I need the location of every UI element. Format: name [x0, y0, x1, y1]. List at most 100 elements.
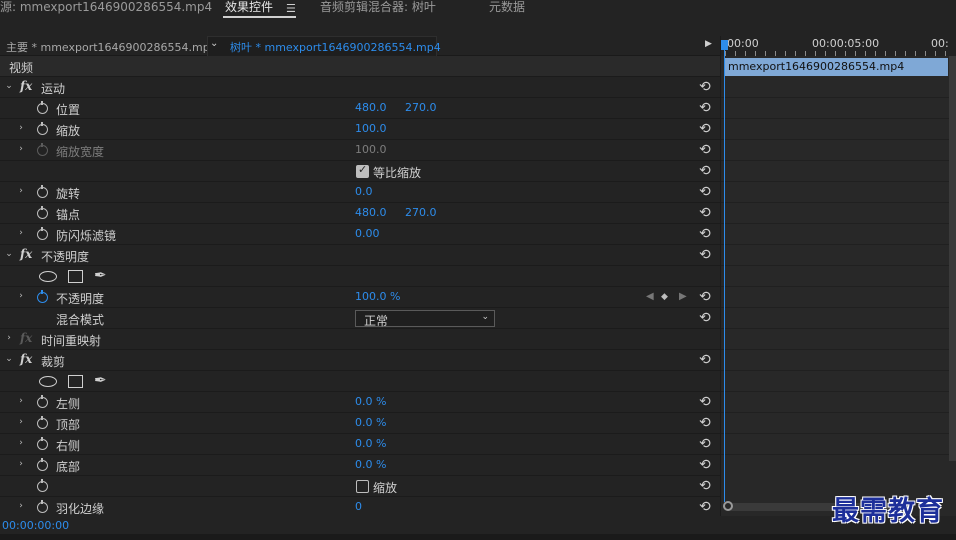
antiflicker-value[interactable]: 0.00	[355, 227, 380, 240]
reset-icon[interactable]: ⟲	[699, 310, 711, 326]
rotation-value[interactable]: 0.0	[355, 185, 373, 198]
tab-metadata[interactable]: 元数据	[489, 0, 525, 19]
effect-row-time-remap[interactable]: › fx 时间重映射	[0, 329, 720, 350]
reset-icon[interactable]: ⟲	[699, 352, 711, 368]
chevron-right-icon[interactable]: ›	[16, 291, 26, 301]
watermark-text: 最需教育	[832, 496, 944, 527]
blend-mode-dropdown[interactable]: 正常 ⌄	[355, 310, 495, 328]
hamburger-menu-icon[interactable]: ☰	[286, 2, 296, 15]
effect-row-motion[interactable]: ⌄ fx 运动 ⟲	[0, 77, 720, 98]
chevron-right-icon[interactable]: ›	[16, 438, 26, 448]
chevron-right-icon[interactable]: ›	[4, 333, 14, 343]
crop-right-value[interactable]: 0.0 %	[355, 437, 386, 450]
position-y-value[interactable]: 270.0	[405, 101, 437, 114]
effect-controls-panel: 视频 ⌄ fx 运动 ⟲ 位置 480.0 270.0 ⟲ › 缩放 100.0…	[0, 56, 720, 516]
zoom-checkbox[interactable]	[356, 480, 369, 493]
reset-icon[interactable]: ⟲	[699, 142, 711, 158]
chevron-right-icon[interactable]: ›	[16, 186, 26, 196]
stopwatch-icon[interactable]	[37, 416, 48, 429]
master-clip-label[interactable]: 主要 * mmexport1646900286554.mp4	[6, 39, 217, 55]
chevron-right-icon[interactable]: ›	[16, 459, 26, 469]
pen-mask-icon[interactable]: ✒	[94, 371, 107, 389]
effect-row-opacity[interactable]: ⌄ fx 不透明度 ⟲	[0, 245, 720, 266]
timeline-clip[interactable]: mmexport1646900286554.mp4	[724, 58, 948, 76]
fx-icon[interactable]: fx	[20, 79, 32, 93]
reset-icon[interactable]: ⟲	[699, 247, 711, 263]
feather-value[interactable]: 0	[355, 500, 362, 513]
stopwatch-icon[interactable]	[37, 500, 48, 513]
scroll-handle[interactable]	[723, 501, 733, 511]
crop-left-value[interactable]: 0.0 %	[355, 395, 386, 408]
uniform-scale-checkbox[interactable]	[356, 163, 369, 178]
sequence-clip-label[interactable]: 树叶 * mmexport1646900286554.mp4	[230, 39, 441, 55]
track-divider	[721, 454, 956, 455]
chevron-down-icon[interactable]: ⌄	[4, 81, 14, 91]
stopwatch-icon[interactable]	[37, 101, 48, 114]
chevron-right-icon[interactable]: ›	[16, 144, 26, 154]
reset-icon[interactable]: ⟲	[699, 457, 711, 473]
track-divider	[721, 265, 956, 266]
previous-keyframe-icon[interactable]: ◀	[646, 291, 654, 302]
reset-icon[interactable]: ⟲	[699, 100, 711, 116]
scale-value[interactable]: 100.0	[355, 122, 387, 135]
play-triangle-icon[interactable]: ▶	[705, 39, 712, 49]
reset-icon[interactable]: ⟲	[699, 121, 711, 137]
crop-bottom-value[interactable]: 0.0 %	[355, 458, 386, 471]
pen-mask-icon[interactable]: ✒	[94, 266, 107, 284]
chevron-right-icon[interactable]: ›	[16, 396, 26, 406]
stopwatch-icon[interactable]	[37, 227, 48, 240]
reset-icon[interactable]: ⟲	[699, 226, 711, 242]
playhead-handle[interactable]	[721, 40, 728, 50]
reset-icon[interactable]: ⟲	[699, 415, 711, 431]
stopwatch-icon[interactable]	[37, 206, 48, 219]
stopwatch-icon[interactable]	[37, 437, 48, 450]
effect-row-crop[interactable]: ⌄ fx 裁剪 ⟲	[0, 350, 720, 371]
video-header-row: 视频	[0, 56, 720, 77]
tab-audio-mixer[interactable]: 音频剪辑混合器: 树叶	[320, 0, 436, 19]
reset-icon[interactable]: ⟲	[699, 499, 711, 515]
stopwatch-icon[interactable]	[37, 479, 48, 492]
current-timecode[interactable]: 00:00:00:00	[2, 519, 69, 532]
anchor-y-value[interactable]: 270.0	[405, 206, 437, 219]
track-divider	[721, 223, 956, 224]
chevron-right-icon[interactable]: ›	[16, 123, 26, 133]
ellipse-mask-icon[interactable]	[39, 376, 57, 387]
crop-top-value[interactable]: 0.0 %	[355, 416, 386, 429]
stopwatch-icon[interactable]	[37, 458, 48, 471]
keyframe-diamond-icon[interactable]: ◆	[661, 292, 668, 302]
reset-icon[interactable]: ⟲	[699, 205, 711, 221]
chevron-right-icon[interactable]: ›	[16, 417, 26, 427]
stopwatch-icon[interactable]	[37, 122, 48, 135]
fx-icon[interactable]: fx	[20, 352, 32, 366]
chevron-right-icon[interactable]: ›	[16, 501, 26, 511]
ellipse-mask-icon[interactable]	[39, 271, 57, 282]
timeline-panel: 00:00 00:00:05:00 00: mmexport1646900286…	[720, 36, 956, 516]
track-divider	[721, 412, 956, 413]
anchor-x-value[interactable]: 480.0	[355, 206, 387, 219]
stopwatch-icon[interactable]	[37, 185, 48, 198]
tab-source[interactable]: 源: mmexport1646900286554.mp4	[0, 0, 212, 19]
chevron-down-icon[interactable]: ⌄	[4, 249, 14, 259]
reset-icon[interactable]: ⟲	[699, 184, 711, 200]
rectangle-mask-icon[interactable]	[68, 270, 83, 283]
rectangle-mask-icon[interactable]	[68, 375, 83, 388]
stopwatch-icon[interactable]	[37, 395, 48, 408]
fx-icon[interactable]: fx	[20, 247, 32, 261]
reset-icon[interactable]: ⟲	[699, 394, 711, 410]
position-x-value[interactable]: 480.0	[355, 101, 387, 114]
chevron-down-icon[interactable]: ⌄	[210, 38, 218, 49]
reset-icon[interactable]: ⟲	[699, 436, 711, 452]
vertical-scrollbar[interactable]	[949, 56, 956, 461]
stopwatch-icon[interactable]	[37, 290, 48, 303]
track-divider	[721, 286, 956, 287]
chevron-down-icon[interactable]: ⌄	[4, 354, 14, 364]
reset-icon[interactable]: ⟲	[699, 163, 711, 179]
reset-icon[interactable]: ⟲	[699, 289, 711, 305]
next-keyframe-icon[interactable]: ▶	[679, 291, 687, 302]
reset-icon[interactable]: ⟲	[699, 79, 711, 95]
reset-icon[interactable]: ⟲	[699, 478, 711, 494]
opacity-value[interactable]: 100.0 %	[355, 290, 400, 303]
chevron-right-icon[interactable]: ›	[16, 228, 26, 238]
playhead-line[interactable]	[724, 42, 725, 502]
time-ruler[interactable]: 00:00 00:00:05:00 00:	[721, 36, 956, 56]
